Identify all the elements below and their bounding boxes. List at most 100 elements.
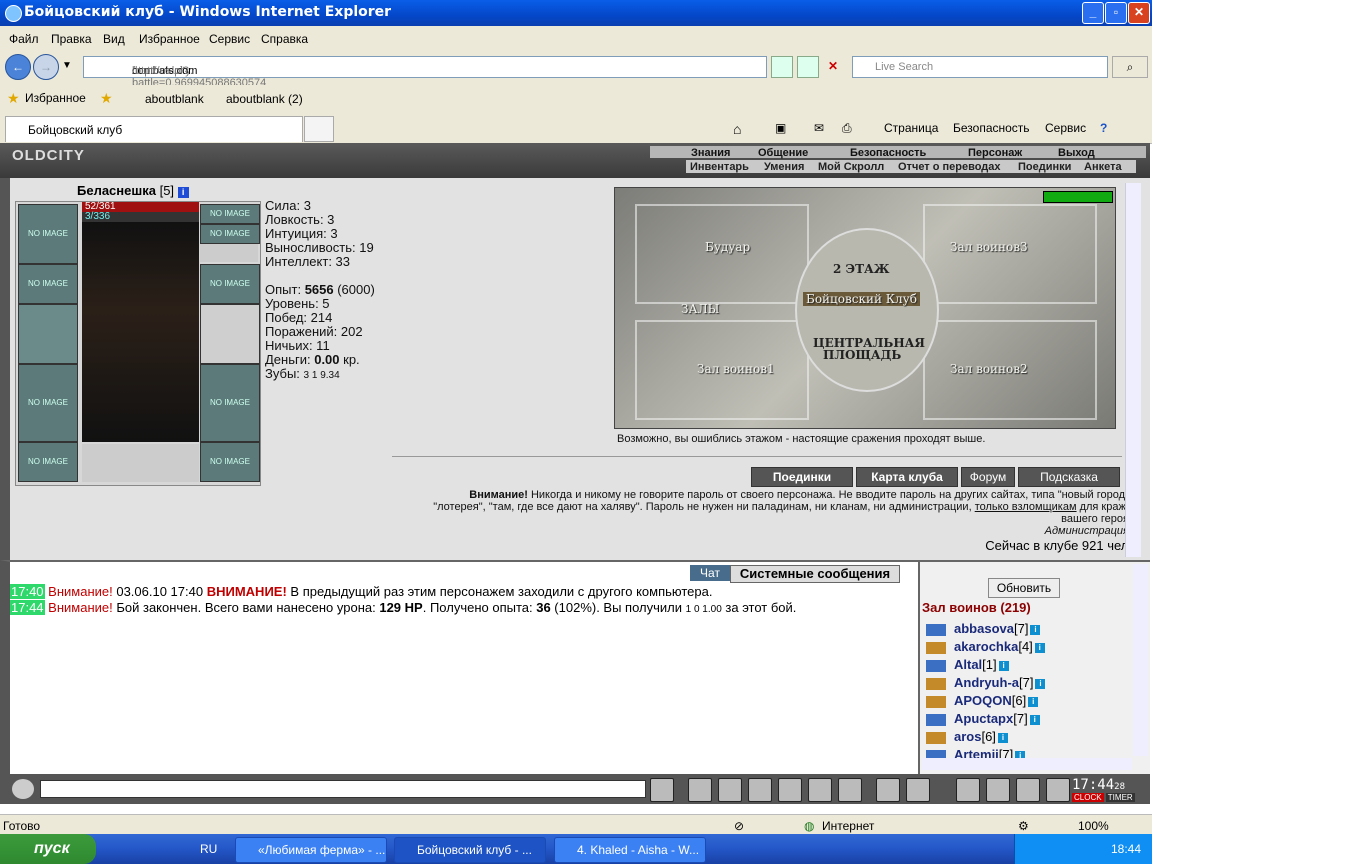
protected-mode-icon[interactable]: ⚙ [1018, 819, 1029, 833]
slot-ring[interactable]: NO IMAGE [200, 224, 260, 244]
help-icon[interactable]: ? [1100, 121, 1107, 135]
ring-slots[interactable] [200, 244, 258, 262]
player-name[interactable]: Беласнешка [5] i [77, 183, 189, 198]
task-winamp[interactable]: 4. Khaled - Aisha - W... [554, 837, 706, 863]
submenu-battles[interactable]: Поединки [1018, 161, 1071, 173]
search-input[interactable]: Live Search [852, 56, 1108, 78]
stop-icon[interactable]: ✕ [823, 56, 843, 76]
new-tab-button[interactable] [304, 116, 334, 142]
task-fight-club[interactable]: Бойцовский клуб - ... [394, 837, 546, 863]
map-room-warriors2[interactable]: Зал воинов2 [950, 362, 1028, 376]
rune-slots[interactable] [82, 444, 199, 482]
submenu-inventory[interactable]: Инвентарь [690, 161, 749, 173]
slot-amulet[interactable]: NO IMAGE [200, 204, 260, 224]
info-icon[interactable]: i [1029, 714, 1040, 725]
helmet-icon[interactable] [906, 778, 930, 802]
menu-character[interactable]: Персонаж [968, 147, 1022, 159]
feeds-icon[interactable]: ▣ [775, 121, 786, 135]
map-fight-club[interactable]: Бойцовский Клуб [803, 292, 920, 306]
filter-icon[interactable] [718, 778, 742, 802]
maximize-button[interactable]: ▫ [1105, 2, 1127, 24]
slot-shield[interactable] [200, 304, 260, 364]
info-icon[interactable]: i [1028, 696, 1039, 707]
refresh-icon[interactable] [797, 56, 819, 78]
mail-icon[interactable]: ✉ [814, 121, 824, 135]
start-button[interactable]: пуск [0, 834, 96, 864]
character-icon[interactable] [956, 778, 980, 802]
club-map-button[interactable]: Карта клуба [856, 467, 958, 487]
page-menu[interactable]: Страница [884, 121, 938, 135]
fav-link-aboutblank[interactable]: aboutblank [145, 92, 204, 106]
print-icon[interactable]: ⎙ [842, 121, 852, 136]
forward-button[interactable]: → [33, 54, 59, 80]
user-item[interactable]: aros[6] i [926, 729, 1008, 747]
user-item[interactable]: Apuctapx[7] i [926, 711, 1040, 729]
speak-icon[interactable] [12, 779, 34, 799]
send-icon[interactable] [650, 778, 674, 802]
map-room-warriors3[interactable]: Зал воинов3 [950, 240, 1028, 254]
submenu-transfers[interactable]: Отчет о переводах [898, 161, 1001, 173]
map-room-warriors1[interactable]: Зал воинов1 [697, 362, 775, 376]
info-icon[interactable]: i [998, 660, 1009, 671]
favorites-button[interactable]: Избранное [25, 91, 86, 105]
users-scrollbar[interactable] [1133, 564, 1148, 756]
menu-exit[interactable]: Выход [1058, 147, 1095, 159]
tab-chat[interactable]: Чат [690, 565, 730, 581]
clear-icon[interactable] [688, 778, 712, 802]
battles-button[interactable]: Поединки [751, 467, 853, 487]
info-icon[interactable]: i [1035, 678, 1046, 689]
back-button[interactable]: ← [5, 54, 31, 80]
menu-view[interactable]: Вид [103, 32, 125, 46]
exit-icon[interactable] [1046, 778, 1070, 802]
submenu-skills[interactable]: Умения [764, 161, 804, 173]
user-item[interactable]: abbasova[7] i [926, 621, 1041, 639]
tab-clock[interactable]: CLOCK [1072, 793, 1104, 802]
submenu-scroll[interactable]: Мой Скролл [818, 161, 884, 173]
hackers-link[interactable]: только взломщикам [975, 501, 1077, 513]
task-farm[interactable]: «Любимая ферма» - ... [235, 837, 387, 863]
map-central-2[interactable]: ПЛОЩАДЬ [823, 348, 901, 362]
chat-input[interactable] [40, 780, 646, 798]
info-icon[interactable]: i [1034, 642, 1045, 653]
slot-weapon[interactable] [18, 304, 78, 364]
slot-earrings[interactable]: NO IMAGE [18, 264, 78, 304]
tab-system-messages[interactable]: Системные сообщения [730, 565, 900, 583]
users-hscrollbar[interactable] [922, 758, 1132, 770]
menu-security[interactable]: Безопасность [850, 147, 926, 159]
popup-blocked-icon[interactable]: ⊘ [734, 819, 744, 833]
save-icon[interactable] [748, 778, 772, 802]
menu-knowledge[interactable]: Знания [691, 147, 730, 159]
refresh-button[interactable]: Обновить [988, 578, 1060, 598]
user-item[interactable]: Altal[1] i [926, 657, 1009, 675]
sound-icon[interactable] [838, 778, 862, 802]
tools-menu[interactable]: Сервис [1045, 121, 1086, 135]
sleep-icon[interactable] [986, 778, 1010, 802]
security-menu[interactable]: Безопасность [953, 121, 1030, 135]
menu-file[interactable]: Файл [9, 32, 39, 46]
forum-button[interactable]: Форум [961, 467, 1015, 487]
smile-icon[interactable] [876, 778, 900, 802]
menu-edit[interactable]: Правка [51, 32, 92, 46]
minimize-button[interactable]: _ [1082, 2, 1104, 24]
submenu-profile[interactable]: Анкета [1084, 161, 1122, 173]
info-icon[interactable]: i [997, 732, 1008, 743]
home-icon[interactable]: ⌂ [733, 121, 741, 137]
menu-help[interactable]: Справка [261, 32, 308, 46]
tab-timer[interactable]: TIMER [1105, 793, 1135, 802]
close-button[interactable]: ✕ [1128, 2, 1150, 24]
slot-helmet[interactable]: NO IMAGE [18, 204, 78, 264]
menu-social[interactable]: Общение [758, 147, 808, 159]
map-room-boudoir[interactable]: Будуар [705, 240, 750, 254]
private-icon[interactable] [808, 778, 832, 802]
user-item[interactable]: Andryuh-a[7] i [926, 675, 1046, 693]
map-floor-2[interactable]: 2 ЭТАЖ [833, 262, 890, 276]
lock-icon[interactable] [1016, 778, 1040, 802]
user-item[interactable]: APOQON[6] i [926, 693, 1039, 711]
search-icon[interactable]: ⌕ [1112, 56, 1148, 78]
fav-link-aboutblank-2[interactable]: aboutblank (2) [226, 92, 303, 106]
history-dropdown-icon[interactable]: ▼ [62, 60, 72, 71]
hint-button[interactable]: Подсказка [1018, 467, 1120, 487]
slot-armor[interactable]: NO IMAGE [18, 364, 78, 442]
compat-icon[interactable] [771, 56, 793, 78]
tab-fight-club[interactable]: Бойцовский клуб [5, 116, 303, 142]
